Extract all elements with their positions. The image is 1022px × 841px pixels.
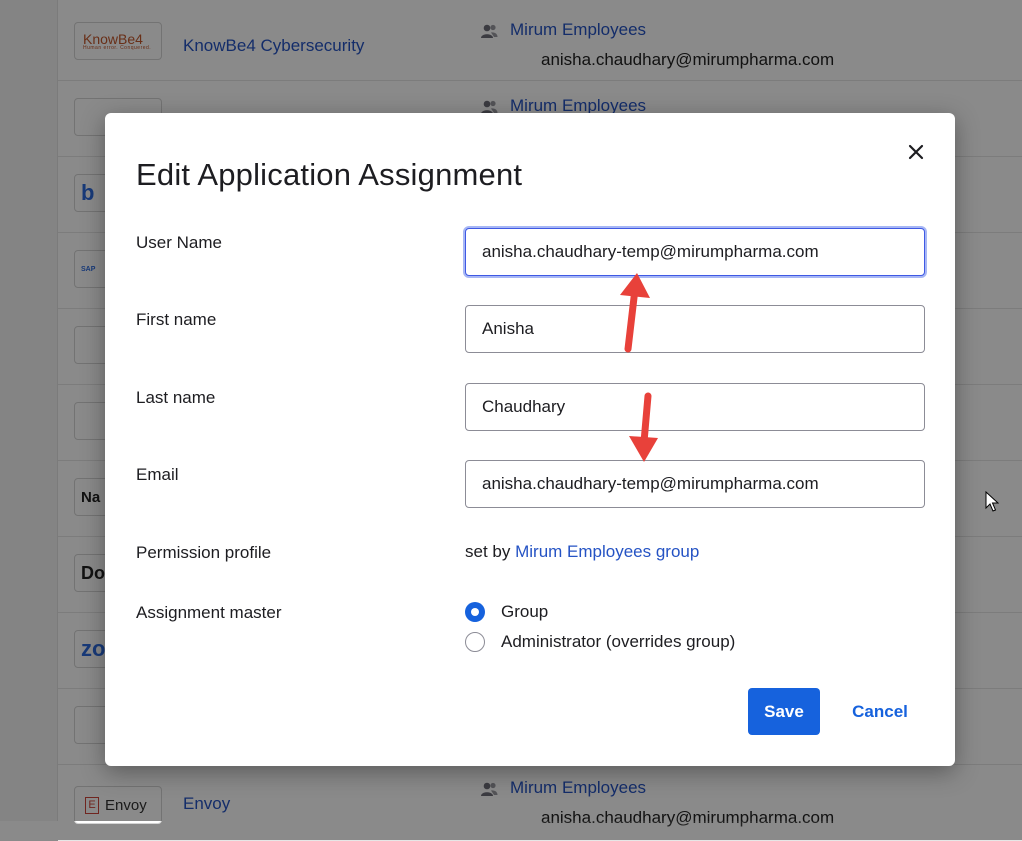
email-label: Email (136, 465, 179, 484)
edit-assignment-dialog: Edit Application Assignment User Name Fi… (105, 113, 955, 766)
first-name-label: First name (136, 310, 217, 329)
cancel-button[interactable]: Cancel (835, 688, 925, 735)
save-button[interactable]: Save (748, 688, 820, 735)
administrator-radio-label: Administrator (overrides group) (501, 632, 736, 651)
assignment-group-option[interactable]: Group (465, 601, 548, 623)
assignment-master-label: Assignment master (136, 603, 282, 622)
permission-prefix: set by (465, 542, 511, 561)
permission-group-link[interactable]: Mirum Employees group (515, 542, 699, 561)
permission-profile-label: Permission profile (136, 543, 272, 562)
email-input[interactable] (465, 460, 925, 508)
administrator-radio[interactable] (465, 632, 485, 652)
assignment-administrator-option[interactable]: Administrator (overrides group) (465, 631, 735, 653)
first-name-input[interactable] (465, 305, 925, 353)
close-icon (908, 144, 924, 160)
user-name-input[interactable] (465, 228, 925, 276)
user-name-label: User Name (136, 233, 222, 252)
dialog-title: Edit Application Assignment (136, 157, 523, 192)
mouse-cursor-icon (985, 491, 999, 512)
close-button[interactable] (903, 139, 929, 165)
last-name-label: Last name (136, 388, 216, 407)
group-radio[interactable] (465, 602, 485, 622)
permission-profile-value: set by Mirum Employees group (465, 542, 699, 562)
last-name-input[interactable] (465, 383, 925, 431)
group-radio-label: Group (501, 602, 549, 621)
